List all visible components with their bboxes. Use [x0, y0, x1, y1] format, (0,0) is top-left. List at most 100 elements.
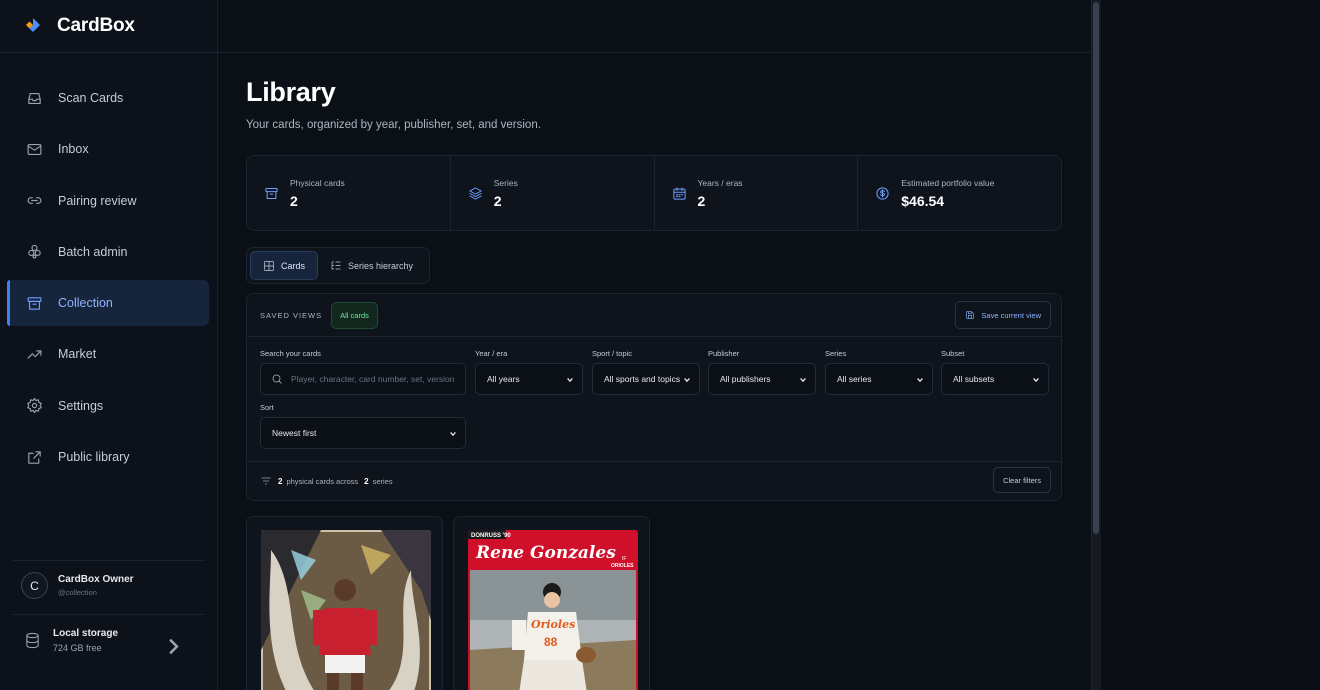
- user-name: CardBox Owner: [58, 574, 134, 585]
- cardbox-logo-icon: [26, 18, 40, 32]
- clear-filters-button[interactable]: Clear filters: [993, 467, 1051, 493]
- card-item[interactable]: DONRUSS '90 Rene Gonzales IF ORIOLES Ori…: [453, 516, 650, 690]
- year-value: All years: [487, 374, 520, 384]
- tab-label: Series hierarchy: [348, 260, 414, 271]
- sidebar-item-scan-cards[interactable]: Scan Cards: [7, 75, 209, 121]
- storage-title: Local storage: [53, 628, 119, 639]
- search-box[interactable]: [260, 363, 466, 395]
- filter-icon: [261, 477, 271, 485]
- sidebar-item-inbox[interactable]: Inbox: [7, 126, 209, 172]
- app-name: CardBox: [57, 15, 135, 36]
- page-title: Library: [246, 77, 336, 107]
- saved-views-row: SAVED VIEWS All cards Save current view: [247, 294, 1061, 337]
- sidebar: CardBox Scan Cards Inbox Pairing review …: [0, 0, 218, 690]
- chevron-down-icon: [1033, 377, 1039, 383]
- stat-label: Series: [493, 177, 518, 188]
- subset-value: All subsets: [953, 374, 995, 384]
- avatar: C: [21, 572, 48, 599]
- series-value: All series: [837, 374, 872, 384]
- brand[interactable]: CardBox: [0, 0, 217, 53]
- sidebar-item-label: Pairing review: [58, 193, 137, 208]
- cards-text: physical cards across: [286, 476, 359, 486]
- card-player-name: Rene Gonzales: [475, 543, 616, 563]
- tab-series-hierarchy[interactable]: Series hierarchy: [318, 251, 425, 280]
- filters: Search your cards Year / era All years S…: [247, 337, 1061, 462]
- sidebar-item-pairing-review[interactable]: Pairing review: [7, 178, 209, 224]
- view-tabs: Cards Series hierarchy: [246, 247, 430, 284]
- card-image: DONRUSS '90 Rene Gonzales IF ORIOLES Ori…: [468, 530, 638, 690]
- stat-series: Series 2: [451, 156, 655, 230]
- tab-cards[interactable]: Cards: [250, 251, 319, 280]
- sort-field: Sort Newest first: [260, 403, 466, 449]
- year-label: Year / era: [475, 349, 508, 358]
- sidebar-item-settings[interactable]: Settings: [7, 383, 209, 429]
- publisher-select[interactable]: All publishers: [708, 363, 816, 395]
- page-subtitle: Your cards, organized by year, publisher…: [246, 119, 541, 131]
- publisher-label: Publisher: [708, 349, 740, 358]
- storage-free: 724 GB free: [53, 643, 102, 653]
- save-current-view-label: Save current view: [981, 310, 1041, 320]
- chevron-down-icon: [684, 377, 690, 383]
- sidebar-item-batch-admin[interactable]: Batch admin: [7, 229, 209, 275]
- card-jersey-number: 88: [544, 635, 558, 649]
- stack-icon: [28, 245, 41, 259]
- results-summary: 2 physical cards across 2 series Clear f…: [247, 462, 1061, 500]
- stat-label: Physical cards: [290, 177, 345, 188]
- card-jersey-text: Orioles: [531, 618, 575, 631]
- publisher-value: All publishers: [720, 374, 771, 384]
- search-field: Search your cards: [260, 349, 466, 395]
- card-position: IF: [622, 556, 626, 562]
- stat-physical-cards: Physical cards 2: [247, 156, 451, 230]
- card-grid: DONRUSS '90 Rene Gonzales IF ORIOLES Ori…: [246, 516, 1062, 690]
- list-tree-icon: [331, 261, 341, 269]
- card-image: [261, 530, 431, 690]
- stat-value: $46.54: [901, 192, 945, 209]
- card-team: ORIOLES: [611, 563, 634, 569]
- layers-icon: [469, 186, 482, 200]
- link-icon: [27, 197, 42, 204]
- subset-field: Subset All subsets: [941, 349, 1049, 395]
- scrollbar-thumb[interactable]: [1093, 2, 1099, 534]
- series-select[interactable]: All series: [825, 363, 933, 395]
- chevron-right-icon: [169, 638, 179, 655]
- saved-view-chip-all-cards[interactable]: All cards: [331, 301, 378, 329]
- local-storage[interactable]: Local storage 724 GB free: [24, 628, 194, 655]
- sidebar-divider: [12, 560, 205, 561]
- card-brand: DONRUSS '90: [471, 533, 511, 539]
- sidebar-nav: Scan Cards Inbox Pairing review Batch ad…: [7, 75, 209, 485]
- sort-select[interactable]: Newest first: [260, 417, 466, 449]
- subset-select[interactable]: All subsets: [941, 363, 1049, 395]
- saved-views-label: SAVED VIEWS: [260, 310, 323, 320]
- stat-label: Years / eras: [697, 177, 743, 188]
- gear-icon: [27, 398, 42, 414]
- card-item[interactable]: [246, 516, 443, 690]
- chevron-down-icon: [450, 431, 456, 437]
- search-input[interactable]: [291, 374, 461, 384]
- sort-label: Sort: [260, 403, 274, 412]
- stat-years: Years / eras 2: [655, 156, 859, 230]
- sport-field: Sport / topic All sports and topics: [592, 349, 700, 395]
- search-label: Search your cards: [260, 349, 321, 358]
- stat-portfolio-value: Estimated portfolio value $46.54: [858, 156, 1061, 230]
- sidebar-item-label: Market: [58, 347, 97, 362]
- sidebar-item-label: Inbox: [58, 142, 89, 157]
- sidebar-item-collection[interactable]: Collection: [7, 280, 209, 327]
- user-profile[interactable]: C CardBox Owner @collection: [21, 572, 134, 599]
- chevron-down-icon: [917, 377, 923, 383]
- sidebar-item-label: Scan Cards: [58, 91, 124, 105]
- sort-value: Newest first: [272, 428, 317, 438]
- year-select[interactable]: All years: [475, 363, 583, 395]
- chevron-down-icon: [567, 377, 573, 383]
- sidebar-item-label: Collection: [58, 296, 113, 311]
- sport-select[interactable]: All sports and topics: [592, 363, 700, 395]
- sidebar-item-market[interactable]: Market: [7, 331, 209, 377]
- tab-label: Cards: [281, 260, 306, 271]
- year-field: Year / era All years: [475, 349, 583, 395]
- series-count: 2: [364, 476, 369, 486]
- save-current-view-button[interactable]: Save current view: [955, 301, 1051, 329]
- sport-label: Sport / topic: [592, 349, 633, 358]
- save-icon: [966, 311, 975, 319]
- sidebar-item-public-library[interactable]: Public library: [7, 434, 209, 480]
- series-label: Series: [825, 349, 847, 358]
- sidebar-item-label: Public library: [58, 450, 130, 465]
